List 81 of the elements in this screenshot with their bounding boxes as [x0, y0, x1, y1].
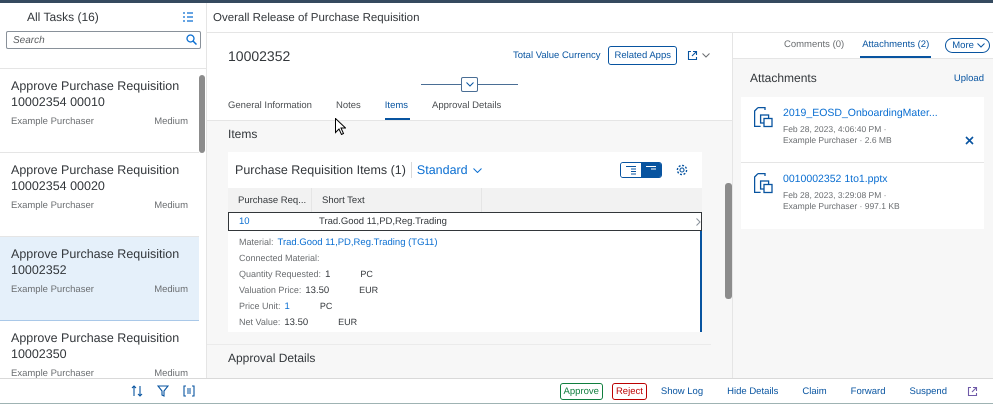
detail-value: 13.50: [284, 316, 308, 328]
detail-label: Net Value:: [239, 317, 280, 327]
close-icon[interactable]: [965, 136, 974, 145]
section-title: Items: [228, 127, 258, 141]
detail-unit: PC: [360, 269, 373, 279]
detail-link[interactable]: Trad.Good 11,PD,Reg.Trading (TG11): [278, 236, 438, 248]
share-icon[interactable]: [967, 386, 978, 396]
caret-icon: [472, 168, 482, 172]
section-title: Approval Details: [228, 351, 316, 365]
table-cell-text: Trad.Good 11,PD,Reg.Trading: [318, 216, 448, 227]
section-tab[interactable]: Approval Details: [432, 100, 504, 120]
table-cell-text: 10: [238, 216, 251, 227]
section-tab[interactable]: General Information: [228, 100, 314, 120]
task-number: 10002354 00020: [11, 178, 106, 194]
attachment-info: Example Purchaser · 997.1 KB: [783, 201, 901, 212]
task-title: Approve Purchase Requisition: [11, 330, 180, 346]
column-header: Short Text: [312, 188, 482, 212]
caret-icon[interactable]: [702, 53, 710, 58]
task-priority: Medium: [154, 284, 188, 295]
search-field[interactable]: Search: [6, 31, 201, 49]
column-header: Purchase Req...: [228, 188, 312, 212]
page-title: Overall Release of Purchase Requisition: [213, 12, 420, 24]
upload-link[interactable]: Upload: [954, 72, 984, 84]
attachment-name[interactable]: 0010002352 1to1.pptx: [783, 173, 974, 185]
chevron-down-icon: [466, 82, 474, 86]
task-number: 10002354 00010: [11, 94, 106, 110]
list-title: All Tasks (16): [27, 10, 99, 24]
task-creator: Example Purchaser: [11, 200, 94, 211]
list-settings-icon[interactable]: [182, 11, 194, 23]
document-icon: [754, 107, 773, 129]
table-row[interactable]: 10 Trad.Good 11,PD,Reg.Trading: [228, 212, 702, 231]
task-priority: Medium: [154, 368, 188, 378]
detail-label: Connected Material:: [239, 253, 320, 263]
task-number: 10002352: [11, 262, 68, 278]
share-icon[interactable]: [687, 50, 698, 61]
chevron-right-icon: [696, 218, 701, 226]
attachment-name[interactable]: 2019_EOSD_OnboardingMater...: [783, 107, 955, 119]
detail-unit: EUR: [338, 317, 358, 327]
attachment-info: Example Purchaser · 2.6 MB: [783, 135, 893, 146]
detail-label: Quantity Requested:: [239, 269, 322, 279]
variant-selector[interactable]: Standard: [416, 163, 482, 177]
detail-label: Valuation Price:: [239, 285, 302, 295]
detail-unit: EUR: [359, 285, 378, 295]
attachment-date: Feb 28, 2023, 3:29:08 PM ·: [783, 190, 888, 201]
document-icon: [754, 173, 773, 195]
task-creator: Example Purchaser: [11, 284, 94, 295]
attachments-title: Attachments: [750, 71, 817, 85]
task-title: Approve Purchase Requisition: [11, 162, 180, 178]
total-value-link[interactable]: Total Value Currency: [513, 50, 600, 61]
section-tab[interactable]: Notes: [336, 100, 363, 120]
detail-unit: PC: [320, 301, 332, 311]
attachment-date: Feb 28, 2023, 4:06:40 PM ·: [783, 124, 888, 135]
list-view-icon: [626, 166, 636, 174]
more-button[interactable]: More: [945, 38, 990, 53]
group-icon[interactable]: [183, 385, 195, 397]
task-item[interactable]: Approve Purchase Requisition 10002352 Example Purchaser Medium: [0, 237, 199, 321]
filter-icon[interactable]: [157, 385, 169, 397]
detail-label: Material:: [239, 237, 274, 247]
detail-value: 13.50: [305, 284, 330, 296]
collapse-button[interactable]: [461, 76, 478, 92]
view-toggle-button[interactable]: [641, 163, 661, 177]
task-title: Approve Purchase Requisition: [11, 78, 180, 94]
task-priority: Medium: [154, 116, 188, 127]
sort-icon[interactable]: [131, 385, 143, 397]
settings-icon[interactable]: [676, 164, 688, 176]
task-title: Approve Purchase Requisition: [11, 246, 180, 262]
detail-value: 1: [325, 268, 330, 280]
detail-link[interactable]: 1: [284, 300, 290, 312]
side-tab[interactable]: Comments (0): [782, 39, 846, 58]
task-number: 10002350: [11, 346, 68, 362]
table-title: Purchase Requisition Items (1): [235, 163, 406, 177]
detail-label: Price Unit:: [239, 301, 281, 311]
task-priority: Medium: [154, 200, 188, 211]
reject-button[interactable]: Reject: [612, 382, 647, 400]
caret-icon: [976, 43, 985, 48]
task-creator: Example Purchaser: [11, 368, 94, 378]
object-id: 10002352: [228, 48, 292, 64]
task-creator: Example Purchaser: [11, 116, 94, 127]
search-icon[interactable]: [186, 34, 197, 45]
related-apps-button[interactable]: Related Apps: [608, 46, 677, 65]
accept-button[interactable]: Approve: [560, 382, 603, 400]
